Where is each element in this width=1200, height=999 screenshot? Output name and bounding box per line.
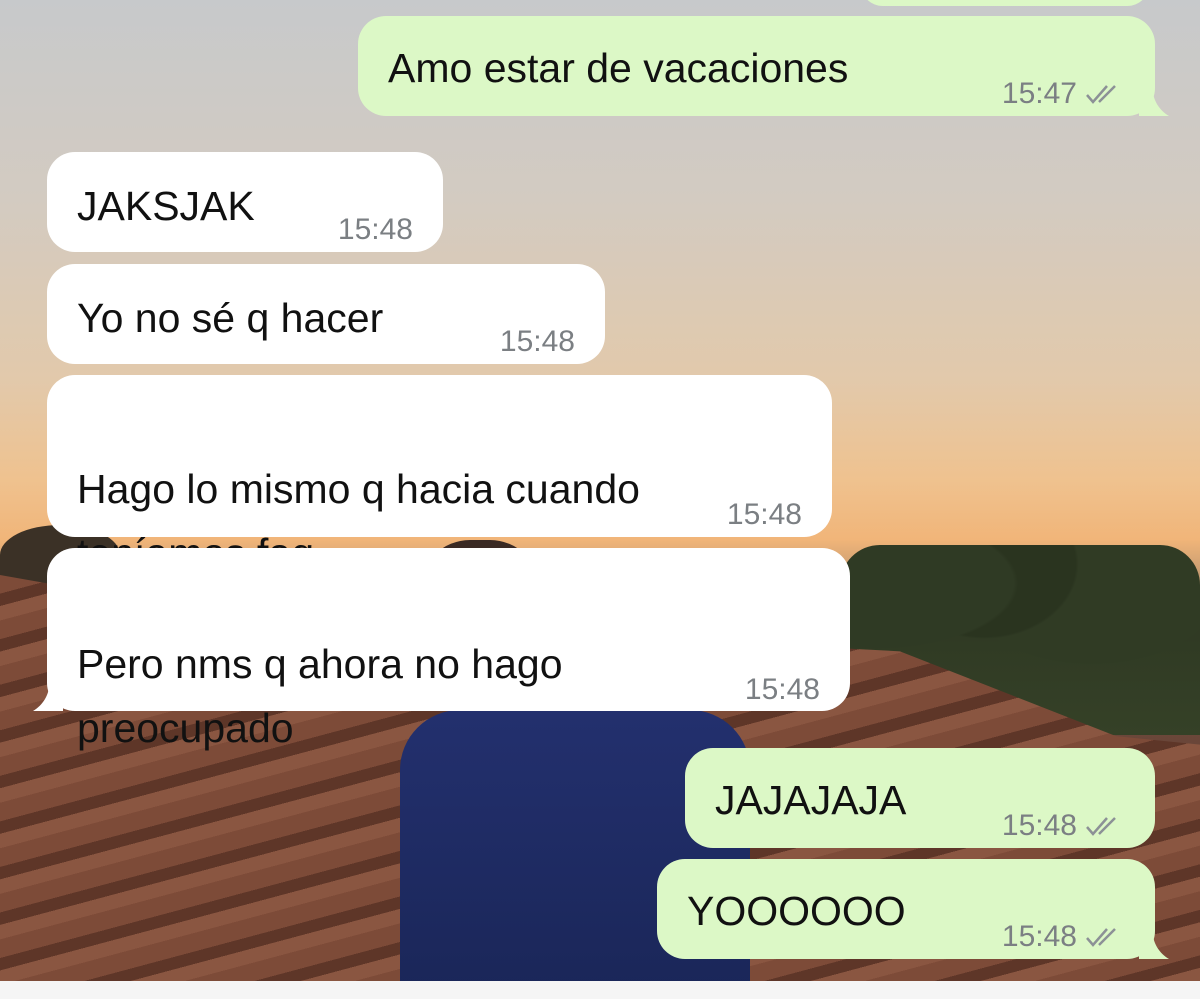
chat-area[interactable]: Amo estar de vacaciones 15:47 JAKSJAK 15…: [0, 0, 1200, 999]
double-check-icon: [1085, 815, 1125, 837]
bubble-tail: [1139, 90, 1169, 116]
bubble-tail: [1139, 933, 1169, 959]
message-time: 15:48: [1001, 920, 1077, 953]
message-time: 15:48: [744, 673, 820, 706]
double-check-icon: [1085, 83, 1125, 105]
message-meta: 15:48: [1002, 796, 1125, 856]
message-meta: 15:48: [727, 483, 802, 547]
message-text: Pero nms q ahora no hago preocupado: [77, 641, 563, 751]
message-meta: 15:47: [1002, 64, 1125, 124]
bubble-tail: [33, 685, 63, 711]
message-time: 15:48: [499, 325, 575, 358]
message-bubble-outgoing[interactable]: JAJAJAJA 15:48: [685, 748, 1155, 848]
double-check-icon: [1085, 926, 1125, 948]
message-meta: 15:48: [1002, 907, 1125, 967]
message-time: 15:47: [1001, 77, 1077, 110]
message-bubble-incoming[interactable]: Yo no sé q hacer 15:48: [47, 264, 605, 364]
message-meta: 15:48: [745, 658, 820, 722]
input-bar-edge: [0, 981, 1200, 999]
message-bubble-partial[interactable]: [860, 0, 1150, 6]
message-bubble-outgoing[interactable]: YOOOOOO 15:48: [657, 859, 1169, 959]
message-bubble-outgoing[interactable]: Amo estar de vacaciones 15:47: [358, 16, 1169, 116]
message-time: 15:48: [1001, 809, 1077, 842]
message-bubble-incoming[interactable]: Hago lo mismo q hacia cuando teníamos fa…: [47, 375, 832, 576]
message-bubble-incoming[interactable]: Pero nms q ahora no hago preocupado 15:4…: [33, 548, 850, 751]
message-time: 15:48: [337, 213, 413, 246]
message-meta: 15:48: [500, 312, 575, 372]
message-time: 15:48: [726, 498, 802, 531]
message-meta: 15:48: [338, 200, 413, 260]
message-bubble-incoming[interactable]: JAKSJAK 15:48: [47, 152, 443, 252]
